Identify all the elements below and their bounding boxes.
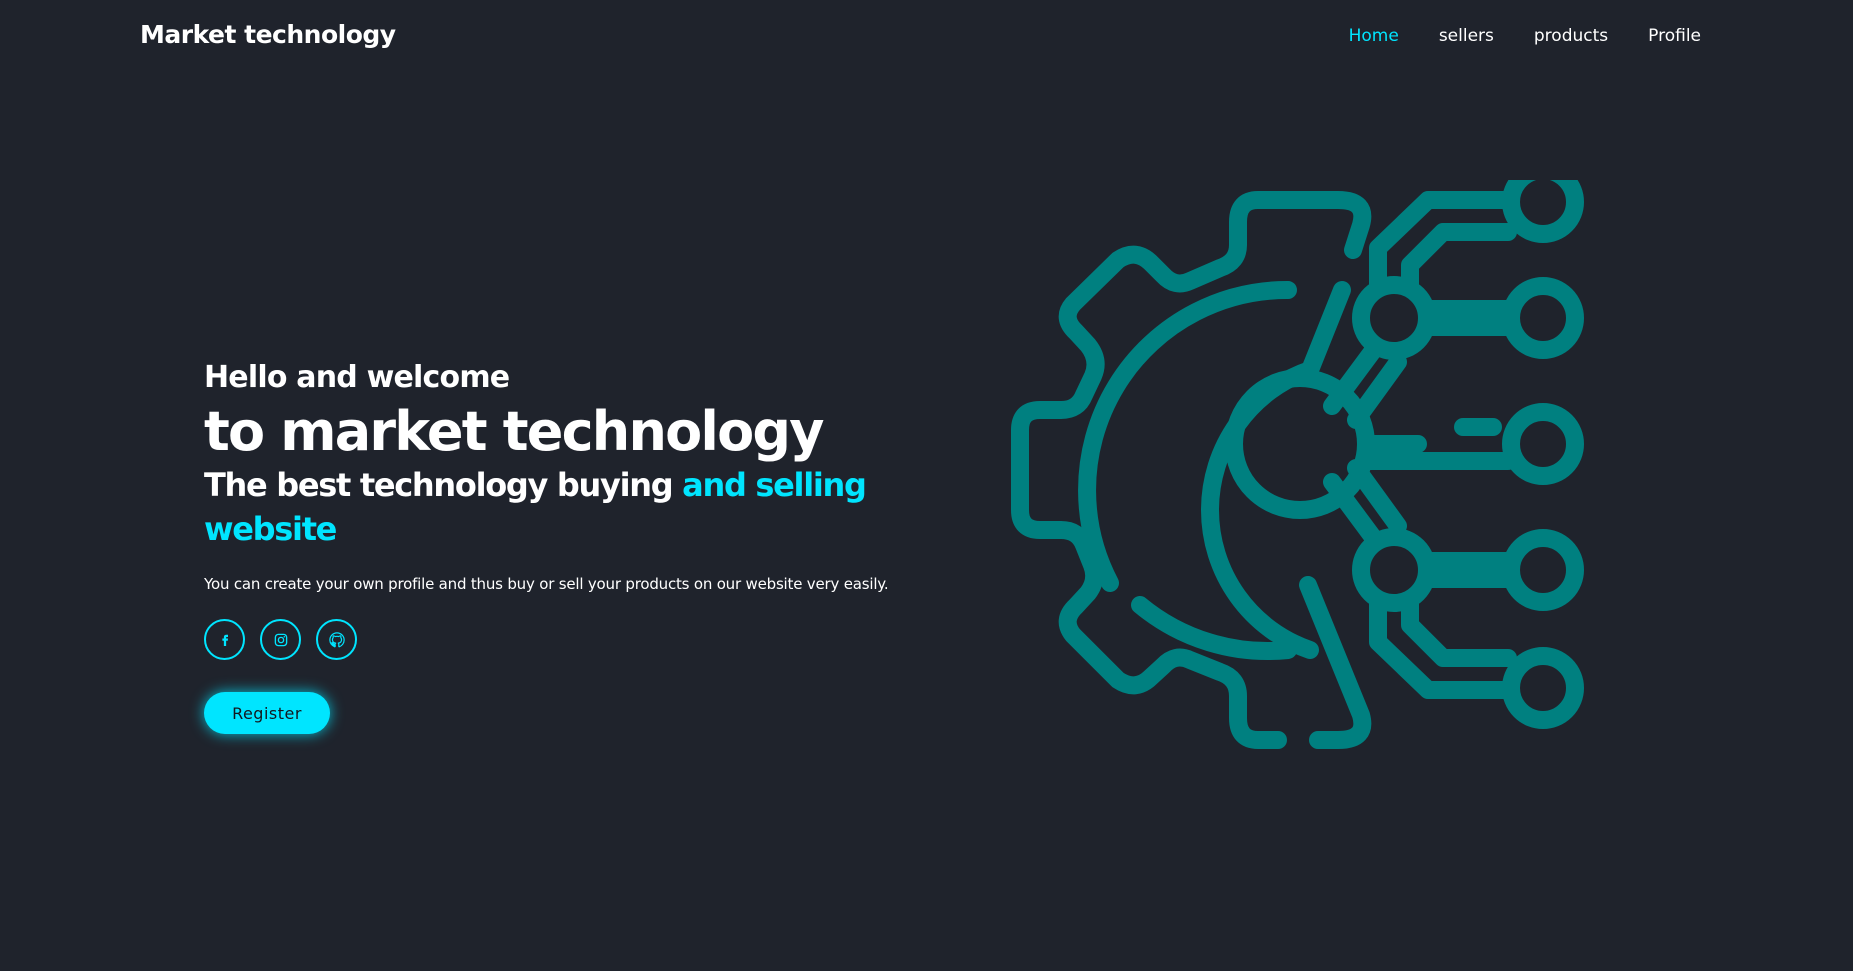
instagram-button[interactable]	[260, 619, 301, 660]
tagline-main: The best technology buying	[204, 466, 683, 504]
brand-logo[interactable]: Market technology	[140, 20, 396, 49]
social-links	[204, 619, 964, 660]
hero-tagline: The best technology buying and selling w…	[204, 463, 964, 551]
facebook-button[interactable]	[204, 619, 245, 660]
hero-welcome: Hello and welcome	[204, 360, 510, 395]
github-button[interactable]	[316, 619, 357, 660]
nav-home-link[interactable]: Home	[1349, 26, 1399, 46]
nav-products-link[interactable]: products	[1534, 26, 1608, 46]
nav-profile-link[interactable]: Profile	[1648, 26, 1701, 46]
top-navbar: Market technology Home sellers products …	[0, 0, 1853, 76]
register-button[interactable]: Register	[204, 692, 330, 734]
hero-section: Hello and welcome to market technology T…	[204, 355, 964, 734]
instagram-icon	[274, 633, 287, 646]
hero-headline: to market technology	[204, 400, 824, 463]
github-icon	[328, 631, 345, 647]
nav-links: Home sellers products Profile	[1349, 26, 1701, 46]
hero-description: You can create your own profile and thus…	[204, 575, 889, 593]
nav-sellers-link[interactable]: sellers	[1439, 26, 1494, 46]
gear-circuit-icon	[1011, 180, 1584, 749]
facebook-icon	[221, 634, 228, 646]
